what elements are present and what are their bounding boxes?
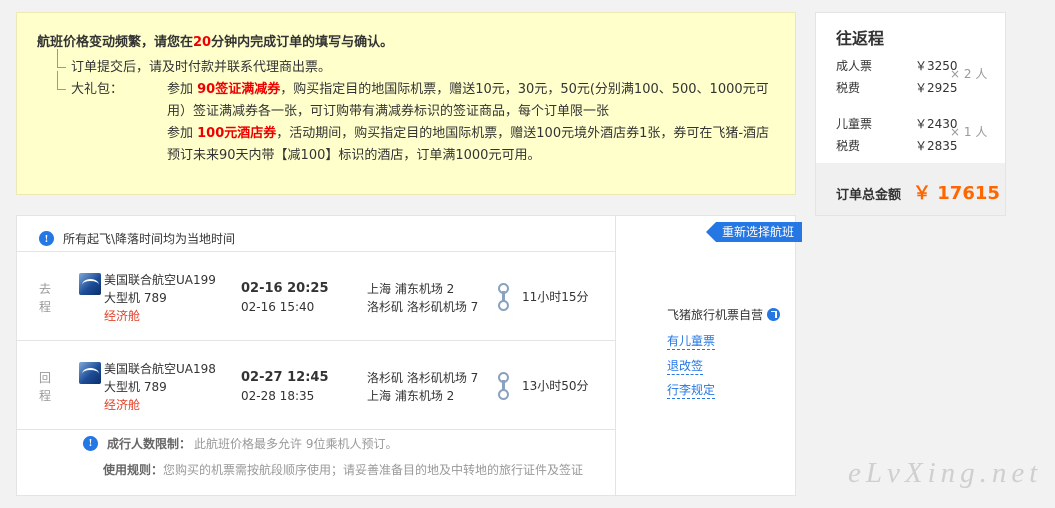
passenger-limit-text: 此航班价格最多允许 9位乘机人预订。 bbox=[194, 436, 398, 451]
route-icon bbox=[497, 372, 510, 400]
flight-details: ! 所有起飞\降落时间均为当地时间 去程 美国联合航空UA199 大型机 789 … bbox=[16, 215, 802, 496]
price-summary: 往返程 成人票 ￥3250 税费 ￥2925 × 2 人 儿童票 ￥2430 税费 ￥2… bbox=[815, 12, 1006, 216]
departure-airport: 洛杉矶 洛杉矶机场 7 bbox=[367, 371, 479, 385]
departure-time: 02-16 20:25 bbox=[241, 281, 329, 296]
segment-return: 回程 美国联合航空UA198 大型机 789 经济舱 02-27 12:45 0… bbox=[17, 341, 615, 430]
ticketing-note: 订单提交后，请及时付款并联系代理商出票。 bbox=[57, 49, 775, 79]
airline-flight-number: 美国联合航空UA198 bbox=[104, 362, 216, 376]
refund-change-link[interactable]: 退改签 bbox=[667, 358, 704, 375]
child-ticket-link[interactable]: 有儿童票 bbox=[667, 333, 716, 350]
order-total-value: ￥ 17615 bbox=[913, 183, 1000, 204]
route-icon bbox=[497, 283, 510, 311]
arrival-airport: 上海 浦东机场 2 bbox=[367, 389, 455, 403]
vendor-label: 飞猪旅行机票自营 bbox=[667, 306, 781, 323]
countdown-minutes: 20 bbox=[193, 35, 212, 50]
visa-coupon-link[interactable]: 90签证满减券 bbox=[197, 82, 280, 97]
segment-direction: 去程 bbox=[39, 282, 52, 314]
aircraft-type: 大型机 789 bbox=[104, 291, 167, 305]
segment-outbound: 去程 美国联合航空UA199 大型机 789 经济舱 02-16 20:25 0… bbox=[17, 252, 615, 341]
info-icon: ! bbox=[83, 435, 98, 451]
gift-item-hotel: 参加 100元酒店券，活动期间，购买指定目的地国际机票，赠送100元境外酒店券1… bbox=[167, 126, 770, 163]
arrival-airport: 洛杉矶 洛杉矶机场 7 bbox=[367, 300, 479, 314]
flight-duration: 11小时15分 bbox=[522, 290, 589, 304]
aircraft-type: 大型机 789 bbox=[104, 380, 167, 394]
departure-time: 02-27 12:45 bbox=[241, 370, 329, 385]
order-total: 订单总金额 ￥ 17615 bbox=[816, 163, 1005, 215]
reselect-flight-button[interactable]: 重新选择航班 bbox=[705, 222, 802, 242]
booking-limits: ! 成行人数限制： 此航班价格最多允许 9位乘机人预订。 使用规则：您购买的机票需按… bbox=[17, 432, 616, 481]
local-time-tip: ! 所有起飞\降落时间均为当地时间 bbox=[17, 216, 615, 252]
segment-direction: 回程 bbox=[39, 371, 52, 403]
arrival-time: 02-28 18:35 bbox=[241, 389, 315, 403]
price-notice: 航班价格变动频繁，请您在20分钟内完成订单的填写与确认。 订单提交后，请及时付款… bbox=[16, 12, 796, 195]
gift-label: 大礼包： bbox=[71, 82, 124, 97]
baggage-rules-link[interactable]: 行李规定 bbox=[667, 382, 716, 399]
verified-icon[interactable] bbox=[767, 308, 781, 321]
cabin-class: 经济舱 bbox=[104, 309, 141, 323]
watermark: eLvXing.net bbox=[848, 457, 1043, 489]
gift-item-visa: 参加 90签证满减券，购买指定目的地国际机票，赠送10元，30元，50元(分别满… bbox=[167, 82, 769, 119]
usage-rule-text: 您购买的机票需按航段顺序使用；请妥善准备目的地及中转地的旅行证件及签证 bbox=[163, 463, 584, 477]
gift-package: 大礼包： 参加 90签证满减券，购买指定目的地国际机票，赠送10元，30元，50… bbox=[57, 71, 775, 167]
adult-price-block: 成人票 ￥3250 税费 ￥2925 × 2 人 bbox=[816, 55, 1005, 99]
info-icon: ! bbox=[39, 231, 54, 246]
cabin-class: 经济舱 bbox=[104, 398, 141, 412]
hotel-coupon-link[interactable]: 100元酒店券 bbox=[197, 126, 276, 141]
child-count: × 1 人 bbox=[950, 125, 988, 139]
notice-headline: 航班价格变动频繁，请您在20分钟内完成订单的填写与确认。 bbox=[37, 35, 394, 50]
airline-flight-number: 美国联合航空UA199 bbox=[104, 273, 216, 287]
flight-duration: 13小时50分 bbox=[522, 379, 589, 393]
airline-logo-icon bbox=[79, 362, 101, 384]
arrival-time: 02-16 15:40 bbox=[241, 300, 315, 314]
airline-logo-icon bbox=[79, 273, 101, 295]
child-price-block: 儿童票 ￥2430 税费 ￥2835 × 1 人 bbox=[816, 113, 1005, 157]
adult-count: × 2 人 bbox=[950, 67, 988, 81]
trip-type-title: 往返程 bbox=[836, 29, 885, 48]
departure-airport: 上海 浦东机场 2 bbox=[367, 282, 455, 296]
